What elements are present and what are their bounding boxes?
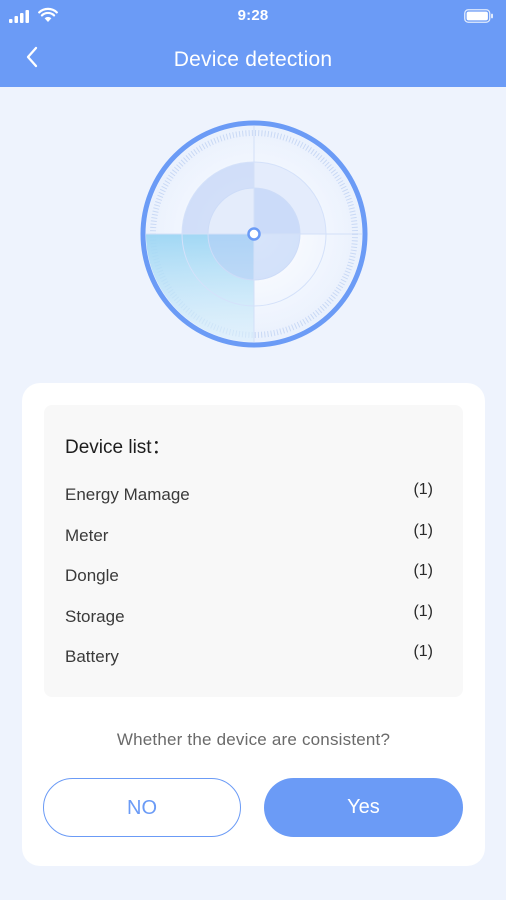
device-count: (1): [413, 481, 433, 498]
device-list-title: Device list：: [65, 437, 171, 458]
device-name: Energy Mamage: [65, 485, 190, 504]
device-count: (1): [413, 643, 433, 660]
device-name: Meter: [65, 525, 109, 545]
device-name: Storage: [65, 606, 125, 626]
page-title: Device detection: [173, 48, 333, 71]
list-item: Dongle (1): [44, 562, 463, 603]
device-name: Battery: [65, 647, 119, 666]
device-name: Dongle: [65, 566, 119, 585]
device-list: Energy Mamage (1) Meter (1) Dongle (1) S…: [44, 481, 463, 684]
list-item: Energy Mamage (1): [44, 481, 463, 522]
yes-button[interactable]: Yes: [264, 778, 463, 837]
status-bar: 9:28: [0, 0, 506, 32]
device-count: (1): [413, 521, 433, 539]
status-time: 9:28: [237, 7, 269, 24]
list-item: Battery (1): [44, 643, 463, 684]
device-count: (1): [413, 562, 433, 579]
list-item: Meter (1): [44, 522, 463, 563]
consistency-question: Whether the device are consistent?: [116, 730, 391, 749]
battery-icon: [464, 9, 493, 23]
radar-scan-icon: [140, 120, 368, 348]
list-item: Storage (1): [44, 603, 463, 644]
device-count: (1): [413, 602, 433, 620]
device-list-panel: Device list： Energy Mamage (1) Meter (1)…: [44, 405, 463, 697]
no-button[interactable]: NO: [43, 778, 241, 837]
app-header: 9:28 Device detection: [0, 0, 506, 87]
device-card: Device list： Energy Mamage (1) Meter (1)…: [22, 383, 485, 866]
